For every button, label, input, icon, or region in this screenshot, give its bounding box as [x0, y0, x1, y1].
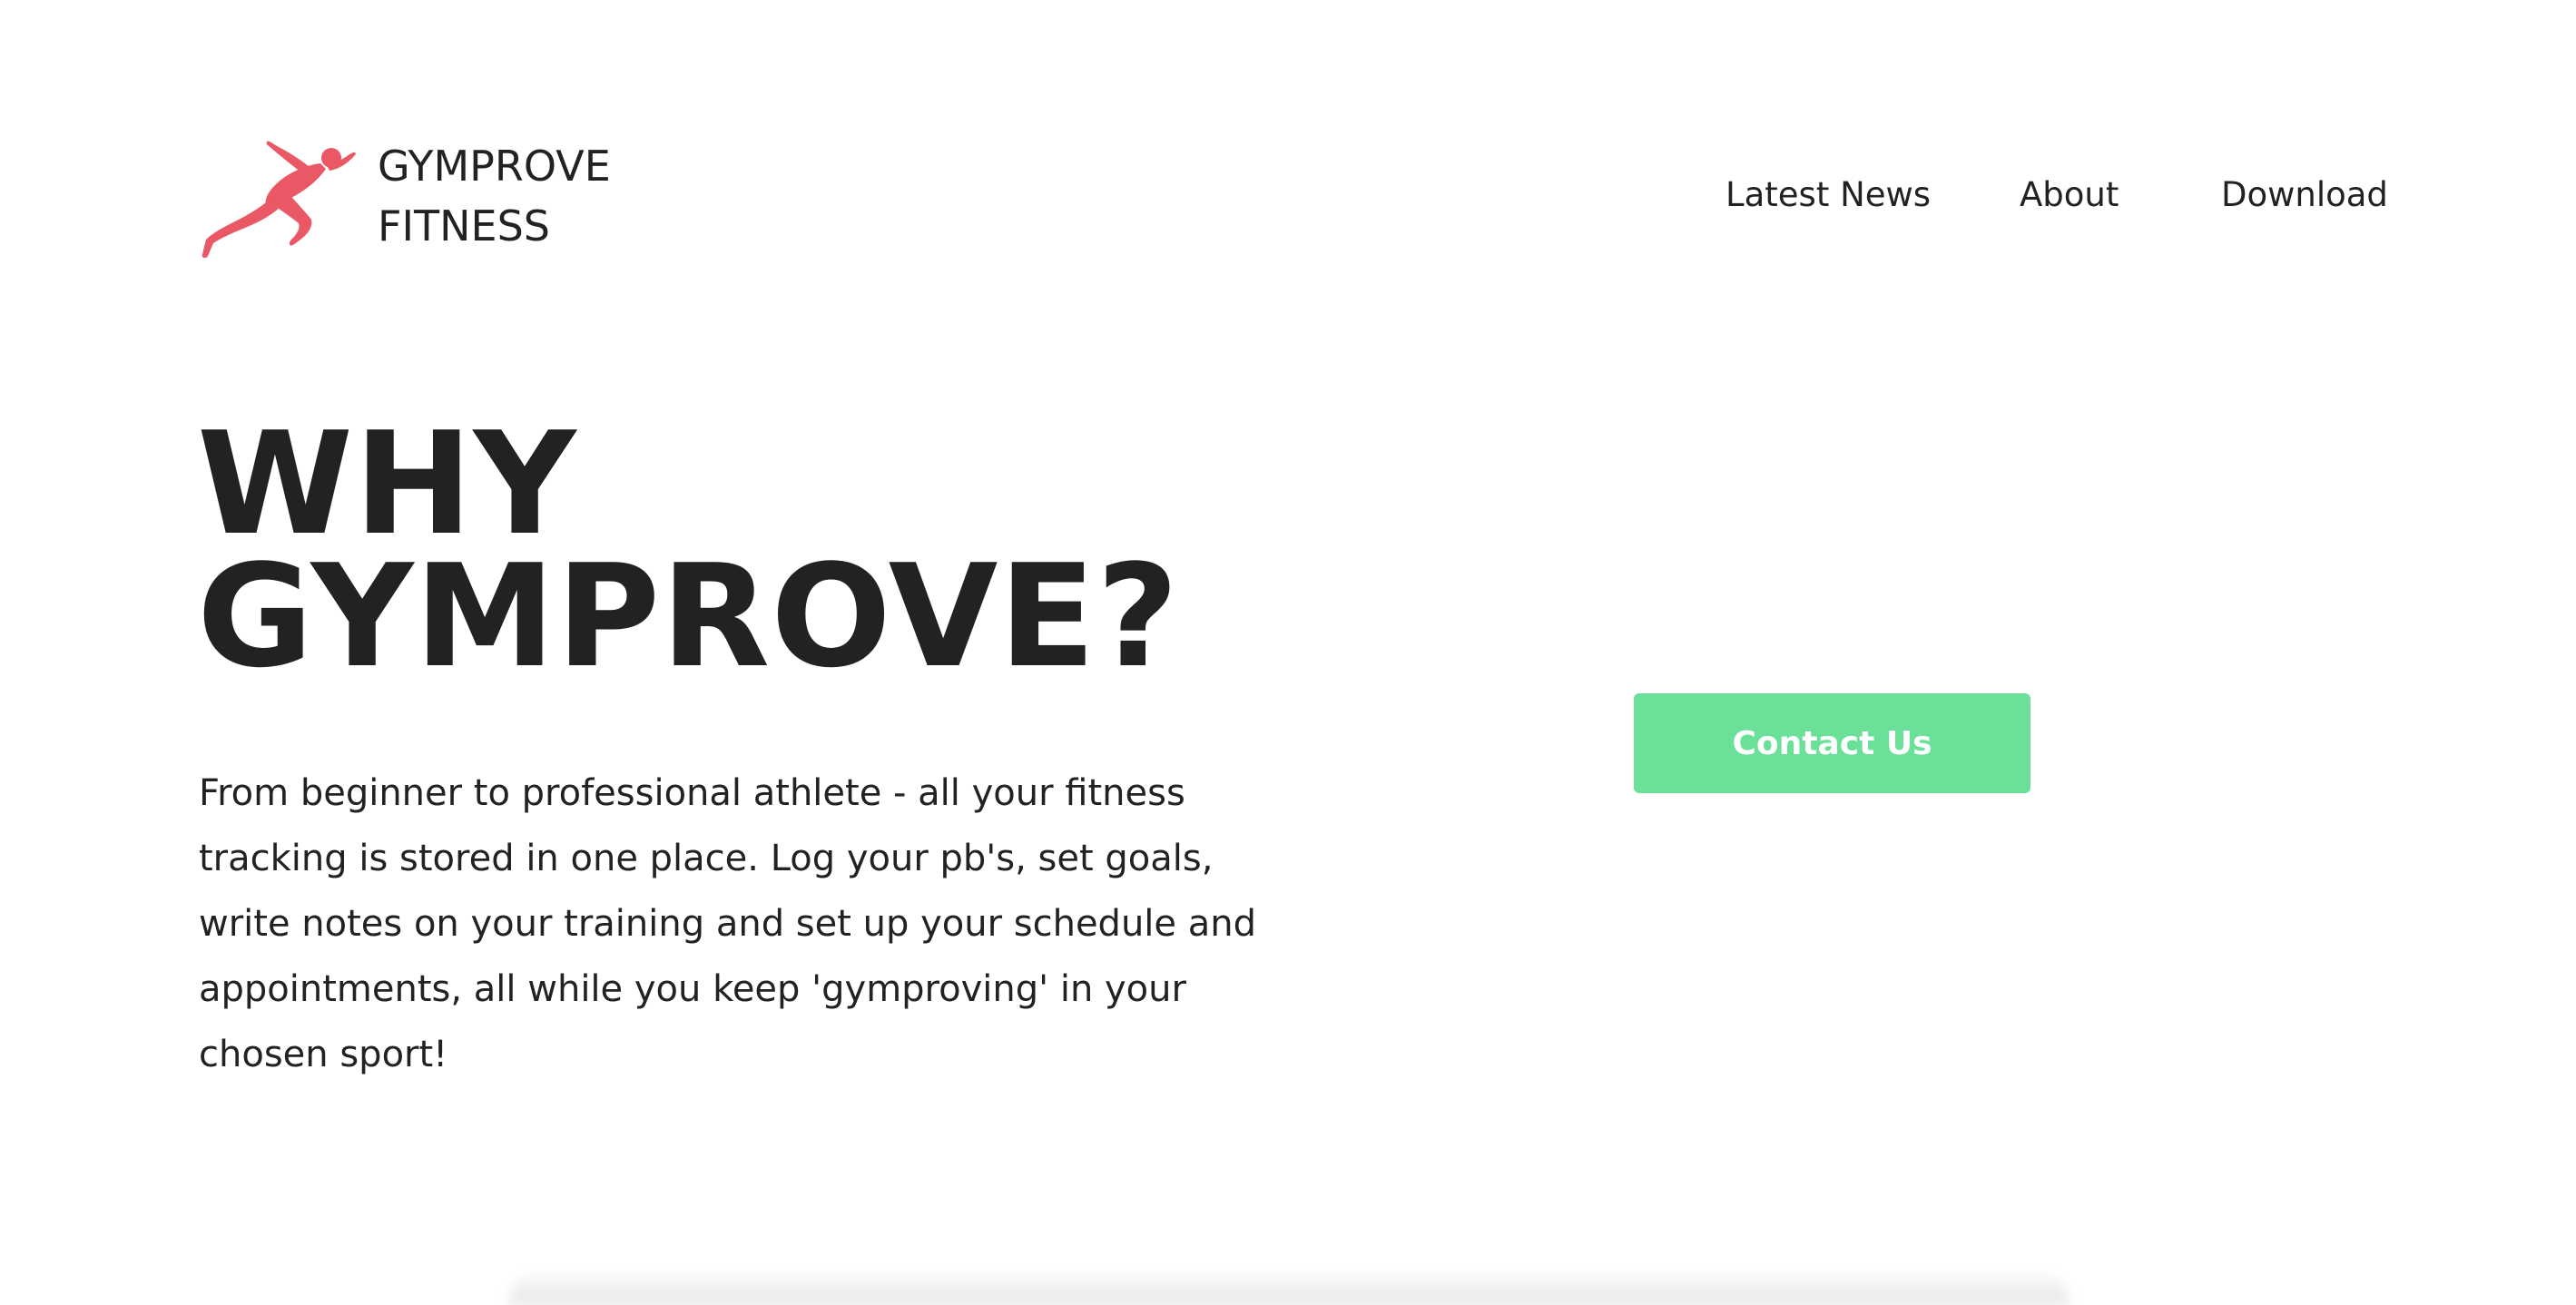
contact-us-button[interactable]: Contact Us	[1634, 693, 2030, 793]
main-nav: Latest News About Download	[0, 172, 2576, 218]
hero-title: WHY GYMPROVE?	[197, 401, 1180, 699]
hero-title-line-1: WHY	[197, 401, 577, 566]
nav-download[interactable]: Download	[2221, 172, 2388, 218]
site-header: GYMPROVE FITNESS Latest News About Downl…	[0, 0, 2576, 299]
section-preview-shadow	[508, 1269, 2070, 1305]
hero-title-line-2: GYMPROVE?	[197, 534, 1180, 699]
nav-about[interactable]: About	[2020, 172, 2119, 218]
hero-description: From beginner to professional athlete - …	[199, 772, 1256, 1075]
nav-latest-news[interactable]: Latest News	[1726, 172, 1931, 218]
